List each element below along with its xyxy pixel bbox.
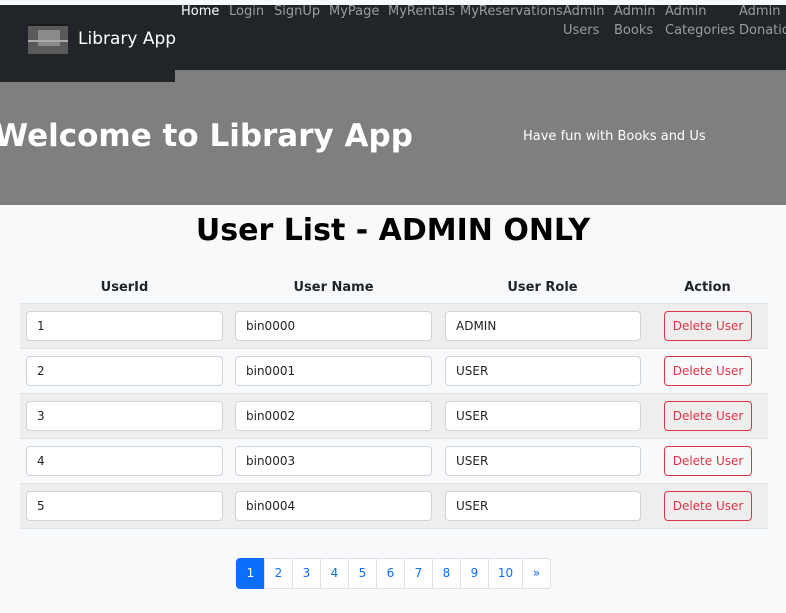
username-input[interactable]: [235, 446, 432, 476]
table-row: Delete User: [20, 304, 768, 349]
userid-input[interactable]: [26, 311, 223, 341]
table-row: Delete User: [20, 394, 768, 439]
userrole-input[interactable]: [445, 311, 641, 341]
navbar-notch: [175, 70, 786, 82]
brand-link[interactable]: Library App: [28, 23, 176, 55]
col-header-userid: UserId: [100, 280, 149, 295]
userid-input[interactable]: [26, 491, 223, 521]
col-header-userrole: User Role: [507, 280, 578, 295]
nav-admin-categories[interactable]: Admin Categories: [665, 2, 735, 40]
page-link-7[interactable]: 7: [404, 558, 433, 589]
username-input[interactable]: [235, 491, 432, 521]
nav-admin-users[interactable]: Admin Users: [563, 2, 604, 40]
nav-signup[interactable]: SignUp: [274, 2, 320, 21]
col-header-username: User Name: [293, 280, 374, 295]
userrole-input[interactable]: [445, 446, 641, 476]
hero-tagline: Have fun with Books and Us: [523, 129, 706, 144]
page-link-8[interactable]: 8: [432, 558, 461, 589]
userrole-input[interactable]: [445, 356, 641, 386]
table-row: Delete User: [20, 484, 768, 529]
username-input[interactable]: [235, 356, 432, 386]
table-row: Delete User: [20, 349, 768, 394]
nav-myreservations[interactable]: MyReservations: [460, 2, 563, 21]
table-header: UserId User Name User Role Action: [20, 273, 768, 304]
nav-admin-books[interactable]: Admin Books: [614, 2, 655, 40]
userrole-input[interactable]: [445, 401, 641, 431]
nav-mypage[interactable]: MyPage: [329, 2, 379, 21]
page-title: User List - ADMIN ONLY: [195, 213, 591, 248]
nav-home[interactable]: Home: [181, 2, 219, 21]
page-link-2[interactable]: 2: [264, 558, 293, 589]
userrole-input[interactable]: [445, 491, 641, 521]
page-link-10[interactable]: 10: [488, 558, 523, 589]
delete-user-button[interactable]: Delete User: [664, 356, 752, 386]
page-link-6[interactable]: 6: [376, 558, 405, 589]
brand-name: Library App: [78, 29, 177, 49]
nav-myrentals[interactable]: MyRentals: [388, 2, 455, 21]
pagination: 1 2 3 4 5 6 7 8 9 10 »: [236, 558, 551, 589]
page-link-1[interactable]: 1: [236, 558, 265, 589]
delete-user-button[interactable]: Delete User: [664, 491, 752, 521]
hero-title: Welcome to Library App: [0, 118, 413, 154]
page-link-4[interactable]: 4: [320, 558, 349, 589]
col-header-action: Action: [684, 280, 731, 295]
userid-input[interactable]: [26, 356, 223, 386]
brand-logo-image: [28, 24, 68, 54]
table-row: Delete User: [20, 439, 768, 484]
username-input[interactable]: [235, 311, 432, 341]
userid-input[interactable]: [26, 446, 223, 476]
page-link-9[interactable]: 9: [460, 558, 489, 589]
username-input[interactable]: [235, 401, 432, 431]
page-link-3[interactable]: 3: [292, 558, 321, 589]
delete-user-button[interactable]: Delete User: [664, 401, 752, 431]
hero-banner: Welcome to Library App Have fun with Boo…: [0, 82, 786, 205]
page-link-5[interactable]: 5: [348, 558, 377, 589]
userid-input[interactable]: [26, 401, 223, 431]
page-next-button[interactable]: »: [522, 558, 551, 589]
user-table: UserId User Name User Role Action Delete…: [20, 273, 768, 529]
delete-user-button[interactable]: Delete User: [664, 311, 752, 341]
delete-user-button[interactable]: Delete User: [664, 446, 752, 476]
nav-login[interactable]: Login: [229, 2, 264, 21]
nav-admin-donations[interactable]: Admin Donations: [739, 2, 786, 40]
nav-links: Home Login SignUp MyPage MyRentals MyRes…: [181, 2, 786, 52]
